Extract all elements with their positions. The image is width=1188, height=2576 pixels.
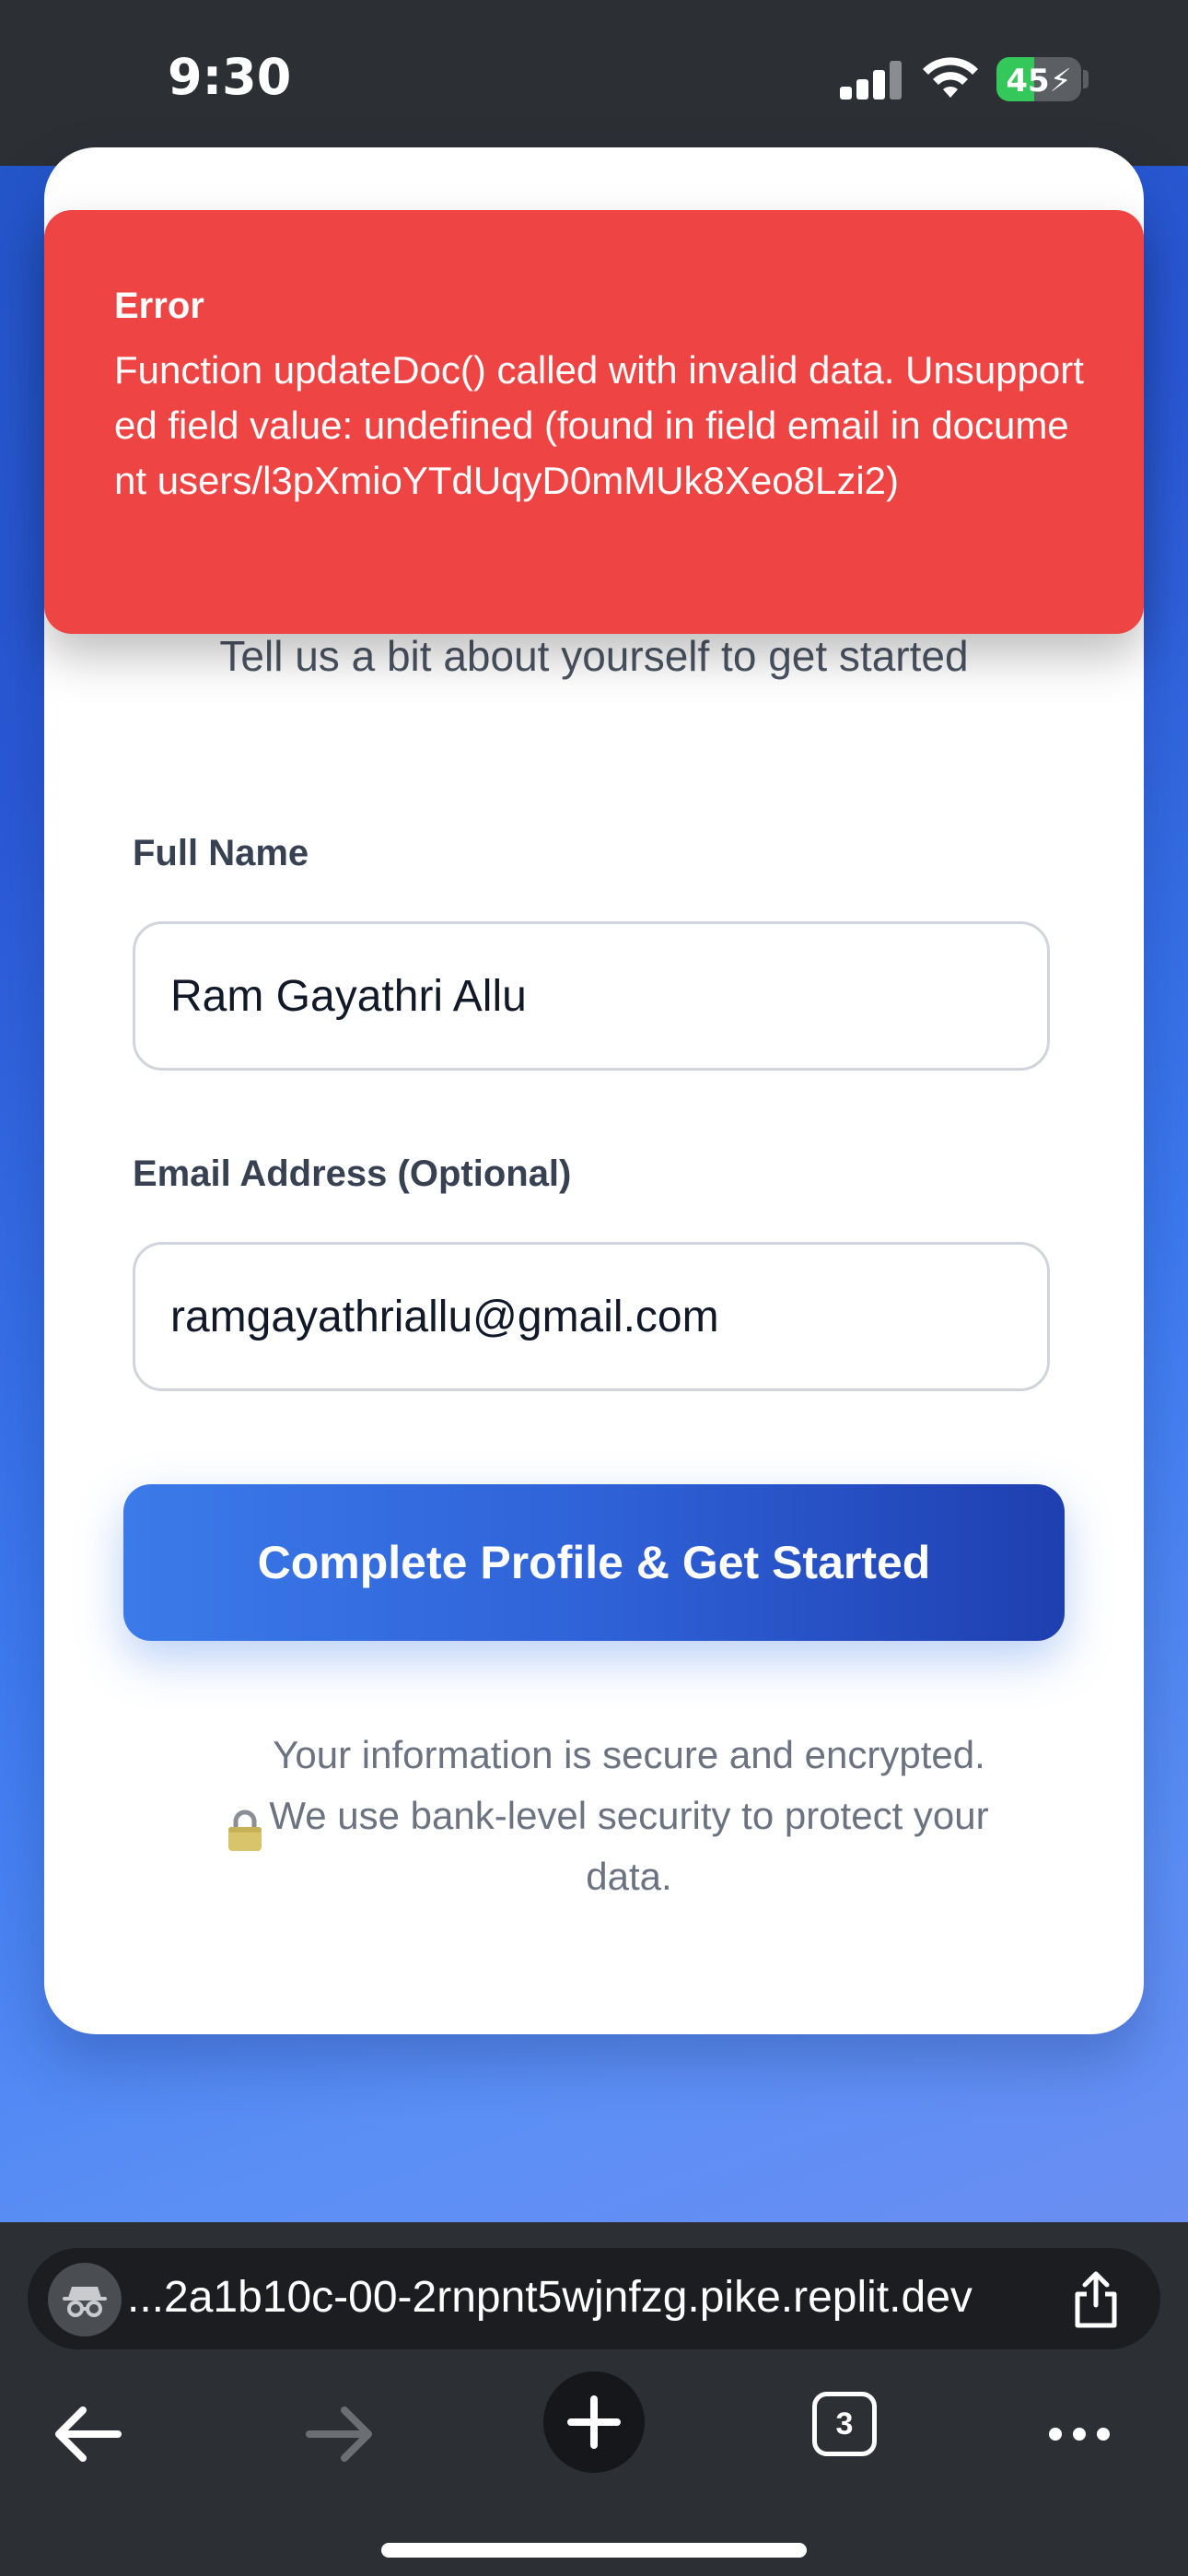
- tab-count: 3: [835, 2406, 854, 2441]
- wifi-icon: [923, 57, 978, 98]
- address-bar[interactable]: ...2a1b10c-00-2rnpnt5wjnfzg.pike.replit.…: [28, 2248, 1160, 2349]
- battery-cap: [1083, 70, 1089, 88]
- tabs-button[interactable]: 3: [812, 2392, 877, 2456]
- battery-level: 45: [1006, 63, 1050, 100]
- home-indicator: [381, 2543, 807, 2558]
- lock-icon: [228, 1809, 262, 1851]
- forward-arrow-icon[interactable]: [285, 2379, 396, 2489]
- cellular-signal-icon: [840, 61, 903, 100]
- complete-profile-button[interactable]: Complete Profile & Get Started: [123, 1484, 1065, 1641]
- email-input[interactable]: ramgayathriallu@gmail.com: [133, 1242, 1050, 1391]
- new-tab-button[interactable]: [543, 2371, 645, 2473]
- status-bar: 9:30 45⚡: [0, 0, 1188, 166]
- security-note: Your information is secure and encrypted…: [182, 1725, 1057, 1927]
- error-title: Error: [114, 286, 204, 326]
- new-tab-plus-icon: [567, 2395, 621, 2449]
- error-message: Function updateDoc() called with invalid…: [114, 348, 1084, 502]
- full-name-input[interactable]: Ram Gayathri Allu: [133, 921, 1050, 1071]
- status-time: 9:30: [168, 48, 292, 106]
- incognito-icon[interactable]: [48, 2263, 122, 2336]
- full-name-label: Full Name: [133, 833, 309, 873]
- more-icon[interactable]: [1024, 2379, 1135, 2489]
- email-label: Email Address (Optional): [133, 1153, 572, 1194]
- error-toast[interactable]: Error Function updateDoc() called with i…: [44, 210, 1144, 634]
- security-note-text: Your information is secure and encrypted…: [269, 1733, 989, 1898]
- share-icon[interactable]: [1068, 2268, 1124, 2329]
- url-text[interactable]: ...2a1b10c-00-2rnpnt5wjnfzg.pike.replit.…: [127, 2272, 973, 2323]
- browser-toolbar: ...2a1b10c-00-2rnpnt5wjnfzg.pike.replit.…: [0, 2222, 1188, 2576]
- back-arrow-icon[interactable]: [31, 2379, 142, 2489]
- battery-charging-icon: 45⚡: [996, 57, 1081, 101]
